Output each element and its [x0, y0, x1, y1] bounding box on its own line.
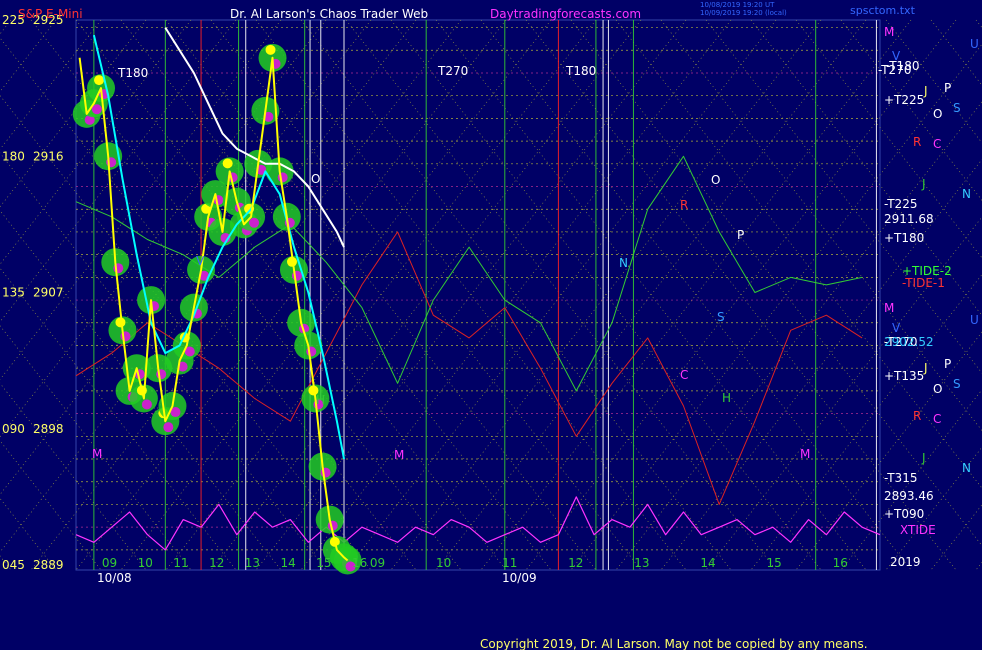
right-label: J: [923, 361, 928, 375]
y-price-label: 2898: [33, 422, 64, 436]
in-chart-label: M: [92, 447, 102, 461]
right-label: J: [921, 451, 926, 465]
in-chart-label: S: [717, 310, 725, 324]
y-angle-label: 180: [2, 149, 25, 163]
in-chart-label: H: [722, 391, 731, 405]
right-label: -T225: [884, 197, 917, 211]
y-angle-label: 090: [2, 422, 25, 436]
right-label: M: [884, 25, 894, 39]
in-chart-label: O: [711, 173, 720, 187]
right-label: 2019: [890, 555, 921, 569]
right-label: +T180: [884, 231, 924, 245]
right-label: R: [913, 409, 921, 423]
chart-page: 225 2925 180 2916 135 2907 090 2898 045 2889 S&P E…: [0, 0, 982, 650]
right-label: S: [953, 101, 961, 115]
yellow-dot: [94, 75, 105, 86]
yellow-dot: [265, 44, 276, 55]
right-label: -T270: [878, 63, 911, 77]
x-hour-label: 15: [316, 556, 331, 570]
right-label: O: [933, 382, 942, 396]
in-chart-label: T180: [117, 66, 148, 80]
x-hour-label: 16: [352, 556, 367, 570]
page-background: [0, 0, 982, 650]
right-label: P: [944, 81, 951, 95]
x-hour-label: 10: [138, 556, 153, 570]
instrument-title: S&P E-Mini: [18, 7, 83, 21]
in-chart-label: C: [680, 368, 688, 382]
x-hour-label: 13: [245, 556, 260, 570]
chaos-trader-chart: 225 2925180 2916135 2907090 2898045 2889S&P E…: [0, 0, 982, 650]
right-label: M: [884, 301, 894, 315]
magenta-dot: [249, 217, 260, 228]
right-label: U: [970, 37, 979, 51]
right-label: 2902.52: [884, 335, 934, 349]
magenta-dot: [163, 422, 174, 433]
x-hour-label: 10: [436, 556, 451, 570]
in-chart-label: T180: [565, 64, 596, 78]
file-name: spsctom.txt: [850, 4, 916, 17]
magenta-dot: [141, 399, 152, 410]
x-hour-label: 14: [281, 556, 296, 570]
right-label: J: [923, 84, 928, 98]
y-price-label: 2907: [33, 286, 64, 300]
site-url: Daytradingforecasts.com: [490, 7, 641, 21]
right-label: +T090: [884, 507, 924, 521]
y-angle-label: 045: [2, 558, 25, 572]
x-hour-label: 15: [767, 556, 782, 570]
x-hour-label: 09: [102, 556, 117, 570]
x-hour-label: 16: [833, 556, 848, 570]
right-label: 2893.46: [884, 489, 934, 503]
right-label: V: [892, 321, 901, 335]
right-label: N: [962, 187, 971, 201]
in-chart-label: V: [196, 254, 205, 268]
in-chart-label: H: [316, 393, 325, 407]
x-hour-label: 14: [700, 556, 715, 570]
x-hour-label: 09: [370, 556, 385, 570]
copyright-text: Copyright 2019, Dr. Al Larson. May not b…: [480, 637, 868, 650]
right-label: J: [921, 177, 926, 191]
right-label: C: [933, 412, 941, 426]
right-label: O: [933, 107, 942, 121]
in-chart-label: M: [394, 448, 404, 462]
right-label: -T315: [884, 471, 917, 485]
site-title: Dr. Al Larson's Chaos Trader Web: [230, 7, 428, 21]
right-label: P: [944, 357, 951, 371]
in-chart-label: P: [737, 228, 744, 242]
right-label: 2911.68: [884, 212, 934, 226]
timestamp-2: 10/09/2019 19:20 (local): [700, 9, 787, 17]
in-chart-label: N: [619, 256, 628, 270]
yellow-dot: [222, 158, 233, 169]
right-label: XTIDE: [900, 523, 936, 537]
x-date-label: 10/08: [97, 571, 132, 585]
x-hour-label: 11: [502, 556, 517, 570]
right-label: +T225: [884, 93, 924, 107]
in-chart-label: R: [680, 198, 688, 212]
x-hour-label: 12: [209, 556, 224, 570]
right-label: -TIDE-1: [902, 276, 945, 290]
in-chart-label: T270: [437, 64, 468, 78]
right-label: S: [953, 377, 961, 391]
right-label: U: [970, 313, 979, 327]
in-chart-label: M: [800, 447, 810, 461]
right-label: C: [933, 137, 941, 151]
right-label: N: [962, 461, 971, 475]
y-price-label: 2916: [33, 149, 64, 163]
right-label: +T135: [884, 369, 924, 383]
y-angle-label: 135: [2, 286, 25, 300]
in-chart-label: O: [311, 172, 320, 186]
right-label: R: [913, 135, 921, 149]
x-date-label: 10/09: [502, 571, 537, 585]
x-hour-label: 13: [634, 556, 649, 570]
y-price-label: 2889: [33, 558, 64, 572]
timestamp-1: 10/08/2019 19:20 UT: [700, 1, 775, 9]
x-hour-label: 11: [173, 556, 188, 570]
x-hour-label: 12: [568, 556, 583, 570]
